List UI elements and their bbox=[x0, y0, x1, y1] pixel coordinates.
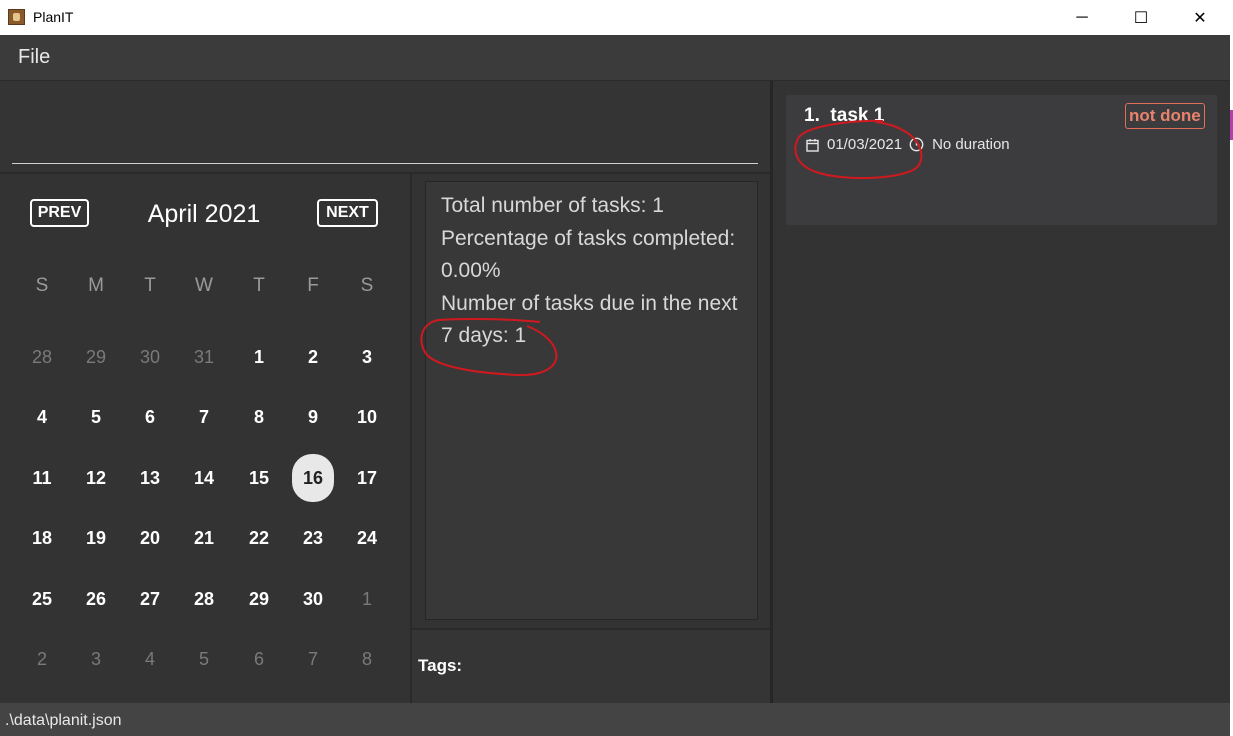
weekday-label: S bbox=[360, 275, 374, 296]
weekday-label: T bbox=[253, 275, 265, 296]
calendar-day[interactable]: 20 bbox=[130, 518, 170, 558]
minimize-icon: ─ bbox=[1076, 8, 1088, 26]
calendar-day[interactable]: 27 bbox=[130, 579, 170, 619]
task-duration: No duration bbox=[932, 136, 1010, 153]
calendar-day[interactable]: 18 bbox=[22, 518, 62, 558]
calendar-day[interactable]: 24 bbox=[347, 518, 387, 558]
calendar-day[interactable]: 28 bbox=[22, 337, 62, 377]
calendar-day[interactable]: 21 bbox=[184, 518, 224, 558]
calendar-day[interactable]: 5 bbox=[76, 397, 116, 437]
maximize-icon: ☐ bbox=[1133, 9, 1149, 27]
calendar-day[interactable]: 1 bbox=[347, 579, 387, 619]
calendar-day[interactable]: 3 bbox=[347, 337, 387, 377]
calendar-day[interactable]: 2 bbox=[293, 337, 333, 377]
calendar-day[interactable]: 15 bbox=[239, 458, 279, 498]
calendar-day[interactable]: 31 bbox=[184, 337, 224, 377]
calendar-day[interactable]: 26 bbox=[76, 579, 116, 619]
calendar-day[interactable]: 6 bbox=[239, 639, 279, 679]
calendar-day[interactable]: 14 bbox=[184, 458, 224, 498]
calendar-day[interactable]: 6 bbox=[130, 397, 170, 437]
close-icon: ✕ bbox=[1193, 9, 1207, 27]
stats-text: Total number of tasks: 1 Percentage of t… bbox=[441, 190, 746, 353]
task-status-badge: not done bbox=[1125, 103, 1205, 129]
minimize-button[interactable]: ─ bbox=[1053, 0, 1111, 35]
maximize-button[interactable]: ☐ bbox=[1112, 0, 1170, 35]
calendar-day[interactable]: 8 bbox=[347, 639, 387, 679]
calendar-day[interactable]: 4 bbox=[22, 397, 62, 437]
calendar-day[interactable]: 11 bbox=[22, 458, 62, 498]
task-index: 1. bbox=[804, 105, 820, 126]
weekday-label: M bbox=[88, 275, 104, 296]
calendar-day[interactable]: 7 bbox=[184, 397, 224, 437]
stat-due-next-7-days: Number of tasks due in the next 7 days: … bbox=[441, 291, 738, 348]
month-label: April 2021 bbox=[147, 200, 261, 228]
calendar-day[interactable]: 2 bbox=[22, 639, 62, 679]
calendar-day[interactable]: 10 bbox=[347, 397, 387, 437]
task-meta: 01/03/2021 No duration bbox=[806, 136, 1010, 153]
weekday-label: F bbox=[307, 275, 319, 296]
close-button[interactable]: ✕ bbox=[1171, 0, 1229, 35]
calendar-day[interactable]: 4 bbox=[130, 639, 170, 679]
calendar-day[interactable]: 30 bbox=[293, 579, 333, 619]
calendar-day[interactable]: 17 bbox=[347, 458, 387, 498]
calendar-day[interactable]: 12 bbox=[76, 458, 116, 498]
task-name: task 1 bbox=[830, 105, 885, 126]
calendar-day[interactable]: 9 bbox=[293, 397, 333, 437]
calendar-day[interactable]: 19 bbox=[76, 518, 116, 558]
weekday-label: W bbox=[195, 275, 213, 296]
calendar-icon bbox=[806, 138, 819, 152]
calendar-day[interactable]: 7 bbox=[293, 639, 333, 679]
calendar-day[interactable]: 29 bbox=[76, 337, 116, 377]
calendar-day[interactable]: 28 bbox=[184, 579, 224, 619]
prev-month-button[interactable]: PREV bbox=[30, 199, 89, 227]
title-bar bbox=[0, 0, 1230, 35]
calendar-day[interactable]: 25 bbox=[22, 579, 62, 619]
calendar-day[interactable]: 29 bbox=[239, 579, 279, 619]
clock-icon bbox=[909, 137, 924, 152]
calendar-day[interactable]: 3 bbox=[76, 639, 116, 679]
menu-bar bbox=[0, 35, 1230, 81]
app-icon bbox=[8, 9, 25, 25]
calendar-day[interactable]: 22 bbox=[239, 518, 279, 558]
calendar-day[interactable]: 5 bbox=[184, 639, 224, 679]
task-date: 01/03/2021 bbox=[827, 136, 903, 153]
tags-panel bbox=[412, 628, 770, 703]
calendar-day[interactable]: 1 bbox=[239, 337, 279, 377]
task-title: 1. task 1 bbox=[804, 105, 884, 127]
calendar-day[interactable]: 8 bbox=[239, 397, 279, 437]
weekday-label: T bbox=[144, 275, 156, 296]
stat-total-tasks: Total number of tasks: 1 bbox=[441, 194, 664, 217]
stat-percent-completed: Percentage of tasks completed: 0.00% bbox=[441, 226, 736, 283]
calendar-day[interactable]: 23 bbox=[293, 518, 333, 558]
status-file-path: .\data\planit.json bbox=[5, 712, 122, 729]
weekday-label: S bbox=[35, 275, 49, 296]
calendar-day[interactable]: 13 bbox=[130, 458, 170, 498]
menu-file[interactable]: File bbox=[18, 46, 50, 69]
status-bar bbox=[0, 703, 1230, 736]
command-box[interactable] bbox=[0, 81, 770, 173]
calendar-panel bbox=[0, 174, 410, 703]
calendar-day[interactable]: 30 bbox=[130, 337, 170, 377]
command-input-underline bbox=[12, 163, 758, 164]
next-month-button[interactable]: NEXT bbox=[317, 199, 378, 227]
tags-label: Tags: bbox=[418, 656, 463, 675]
calendar-day-today[interactable]: 16 bbox=[292, 454, 334, 502]
window-title: PlanIT bbox=[33, 9, 74, 25]
